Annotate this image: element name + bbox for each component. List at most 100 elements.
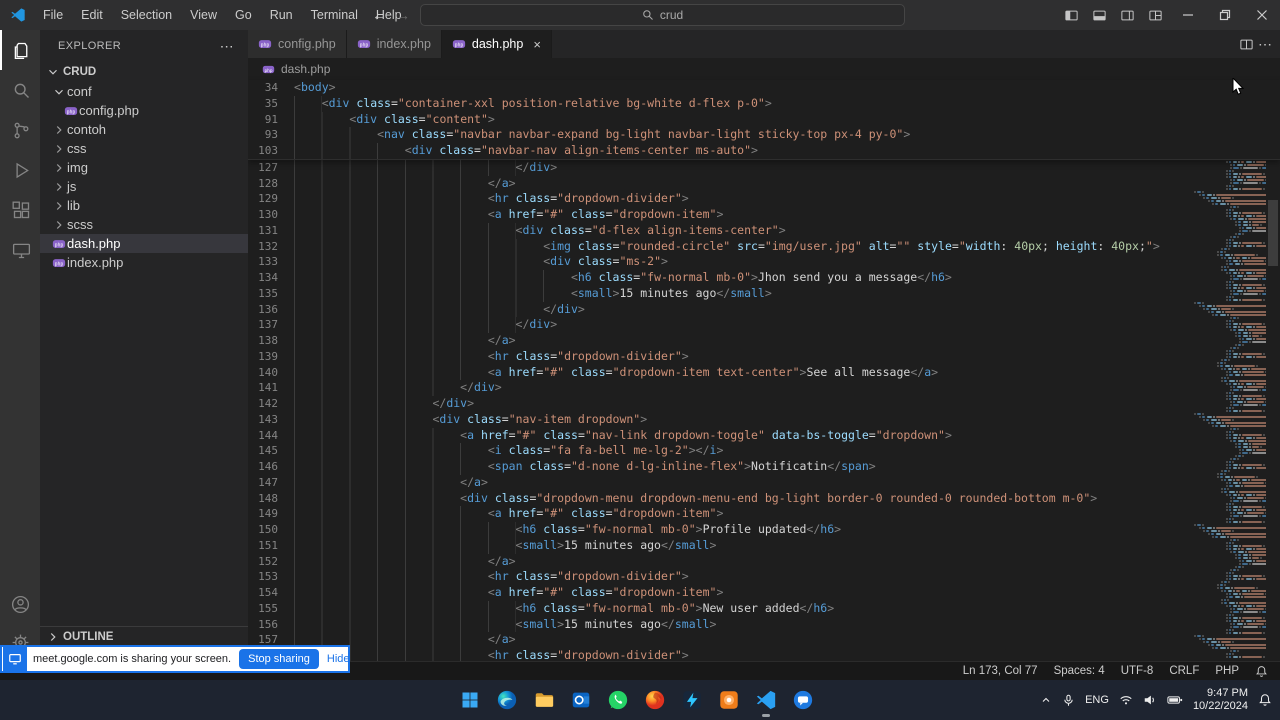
code-line-155[interactable]: 155 <h6 class="fw-normal mb-0">New user a…: [248, 600, 1280, 617]
code-line-152[interactable]: 152 </a>: [248, 553, 1280, 570]
code-line-144[interactable]: 144 <a href="#" class="nav-link dropdown-…: [248, 427, 1280, 444]
eol-setting[interactable]: CRLF: [1169, 665, 1199, 677]
code-line-154[interactable]: 154 <a href="#" class="dropdown-item">: [248, 585, 1280, 601]
tab-dash-php[interactable]: php dash.php ×: [441, 30, 552, 58]
menu-terminal[interactable]: Terminal: [302, 0, 367, 30]
tab-index-php[interactable]: php index.php: [346, 30, 442, 58]
workspace-root-row[interactable]: CRUD: [40, 62, 248, 82]
code-line-132[interactable]: 132 <img class="rounded-circle" src="img/…: [248, 238, 1280, 255]
customize-layout-icon[interactable]: [1141, 0, 1169, 30]
whatsapp-icon[interactable]: [606, 686, 630, 714]
code-line-139[interactable]: 139 <hr class="dropdown-divider">: [248, 348, 1280, 365]
search-sidebar-icon[interactable]: [0, 70, 40, 110]
code-line-130[interactable]: 130 <a href="#" class="dropdown-item">: [248, 207, 1280, 223]
code-line-142[interactable]: 142 </div>: [248, 396, 1280, 412]
blue-chat-app-icon[interactable]: [791, 686, 815, 714]
breadcrumb[interactable]: php dash.php: [248, 58, 1280, 80]
code-line-134[interactable]: 134 <h6 class="fw-normal mb-0">Jhon send …: [248, 270, 1280, 286]
lightning-app-icon[interactable]: [680, 686, 704, 714]
explorer-more-actions-icon[interactable]: ⋯: [216, 38, 238, 55]
minimap[interactable]: [1194, 80, 1266, 661]
firefox-icon[interactable]: [643, 686, 667, 714]
code-line-148[interactable]: 148 <div class="dropdown-menu dropdown-me…: [248, 490, 1280, 507]
tab-config-php[interactable]: php config.php: [248, 30, 347, 58]
code-line-149[interactable]: 149 <a href="#" class="dropdown-item">: [248, 506, 1280, 522]
code-line-131[interactable]: 131 <div class="d-flex align-items-center…: [248, 222, 1280, 239]
command-center-search[interactable]: crud: [420, 4, 905, 26]
code-line-103[interactable]: 103 <div class="navbar-nav align-items-ce…: [248, 143, 1280, 159]
code-area[interactable]: 127 </div> 128 </a> 129 <hr class="dropdown-d…: [248, 159, 1280, 661]
account-icon[interactable]: [0, 585, 40, 623]
indentation-setting[interactable]: Spaces: 4: [1054, 665, 1105, 677]
back-arrow-icon[interactable]: ←: [368, 0, 390, 30]
forward-arrow-icon[interactable]: →: [392, 0, 414, 30]
menu-go[interactable]: Go: [226, 0, 261, 30]
toggle-secondary-sidebar-icon[interactable]: [1113, 0, 1141, 30]
menu-edit[interactable]: Edit: [72, 0, 112, 30]
code-line-147[interactable]: 147 </a>: [248, 474, 1280, 491]
tree-item-index-php[interactable]: php index.php: [40, 253, 248, 272]
taskbar-clock[interactable]: 9:47 PM 10/22/2024: [1193, 687, 1248, 713]
file-explorer-icon[interactable]: [532, 686, 556, 714]
toggle-primary-sidebar-icon[interactable]: [1057, 0, 1085, 30]
code-line-35[interactable]: 35 <div class="container-xxl position-rel…: [248, 95, 1280, 112]
code-line-137[interactable]: 137 </div>: [248, 317, 1280, 333]
notifications-bell-icon[interactable]: [1255, 665, 1268, 678]
code-line-150[interactable]: 150 <h6 class="fw-normal mb-0">Profile up…: [248, 522, 1280, 538]
code-line-157[interactable]: 157 </a>: [248, 632, 1280, 648]
code-line-34[interactable]: 34 <body>: [248, 80, 1280, 96]
source-control-icon[interactable]: [0, 110, 40, 150]
tree-item-conf[interactable]: conf: [40, 82, 248, 101]
tree-item-contoh[interactable]: contoh: [40, 120, 248, 139]
code-line-143[interactable]: 143 <div class="nav-item dropdown">: [248, 411, 1280, 428]
code-line-128[interactable]: 128 </a>: [248, 175, 1280, 192]
code-line-136[interactable]: 136 </div>: [248, 301, 1280, 318]
tree-item-lib[interactable]: lib: [40, 196, 248, 215]
code-line-151[interactable]: 151 <small>15 minutes ago</small>: [248, 537, 1280, 554]
tree-item-config-php[interactable]: php config.php: [40, 101, 248, 120]
file-encoding[interactable]: UTF-8: [1121, 665, 1154, 677]
code-line-158[interactable]: 158<hr class="dropdown-divider">: [248, 648, 1280, 661]
code-line-140[interactable]: 140 <a href="#" class="dropdown-item text…: [248, 364, 1280, 381]
tree-item-img[interactable]: img: [40, 158, 248, 177]
more-actions-icon[interactable]: ⋯: [1258, 36, 1272, 53]
language-indicator[interactable]: ENG: [1085, 694, 1109, 706]
vscode-taskbar-icon[interactable]: [754, 686, 778, 717]
run-debug-icon[interactable]: [0, 150, 40, 190]
code-line-127[interactable]: 127 </div>: [248, 159, 1280, 176]
code-line-133[interactable]: 133 <div class="ms-2">: [248, 254, 1280, 270]
tree-item-css[interactable]: css: [40, 139, 248, 158]
tree-item-js[interactable]: js: [40, 177, 248, 196]
menu-run[interactable]: Run: [261, 0, 302, 30]
extensions-icon[interactable]: [0, 190, 40, 230]
menu-view[interactable]: View: [181, 0, 226, 30]
code-line-93[interactable]: 93 <nav class="navbar navbar-expand bg-li…: [248, 127, 1280, 143]
explorer-icon[interactable]: [0, 30, 40, 70]
volume-icon[interactable]: [1143, 693, 1157, 707]
battery-icon[interactable]: [1167, 694, 1183, 706]
outline-section[interactable]: OUTLINE: [40, 626, 248, 647]
edge-browser-icon[interactable]: [495, 686, 519, 714]
restore-button[interactable]: [1206, 0, 1243, 30]
code-line-138[interactable]: 138 </a>: [248, 333, 1280, 349]
wifi-icon[interactable]: [1119, 693, 1133, 707]
language-mode[interactable]: PHP: [1215, 665, 1239, 677]
minimize-button[interactable]: [1169, 0, 1206, 30]
menu-selection[interactable]: Selection: [112, 0, 181, 30]
close-window-button[interactable]: [1243, 0, 1280, 30]
cursor-position[interactable]: Ln 173, Col 77: [963, 665, 1038, 677]
tree-item-dash-php[interactable]: php dash.php: [40, 234, 248, 253]
code-line-135[interactable]: 135 <small>15 minutes ago</small>: [248, 285, 1280, 302]
orange-app-icon[interactable]: [717, 686, 741, 714]
code-line-145[interactable]: 145 <i class="fa fa-bell me-lg-2"></i>: [248, 443, 1280, 459]
remote-explorer-icon[interactable]: [0, 230, 40, 270]
code-line-129[interactable]: 129 <hr class="dropdown-divider">: [248, 191, 1280, 207]
microphone-icon[interactable]: [1062, 694, 1075, 707]
menu-file[interactable]: File: [34, 0, 72, 30]
editor-scrollbar[interactable]: [1266, 80, 1280, 661]
outlook-icon[interactable]: [569, 686, 593, 714]
tree-item-scss[interactable]: scss: [40, 215, 248, 234]
split-editor-icon[interactable]: [1239, 37, 1254, 52]
hidden-icons-chevron-icon[interactable]: [1040, 694, 1052, 706]
code-line-141[interactable]: 141 </div>: [248, 380, 1280, 396]
